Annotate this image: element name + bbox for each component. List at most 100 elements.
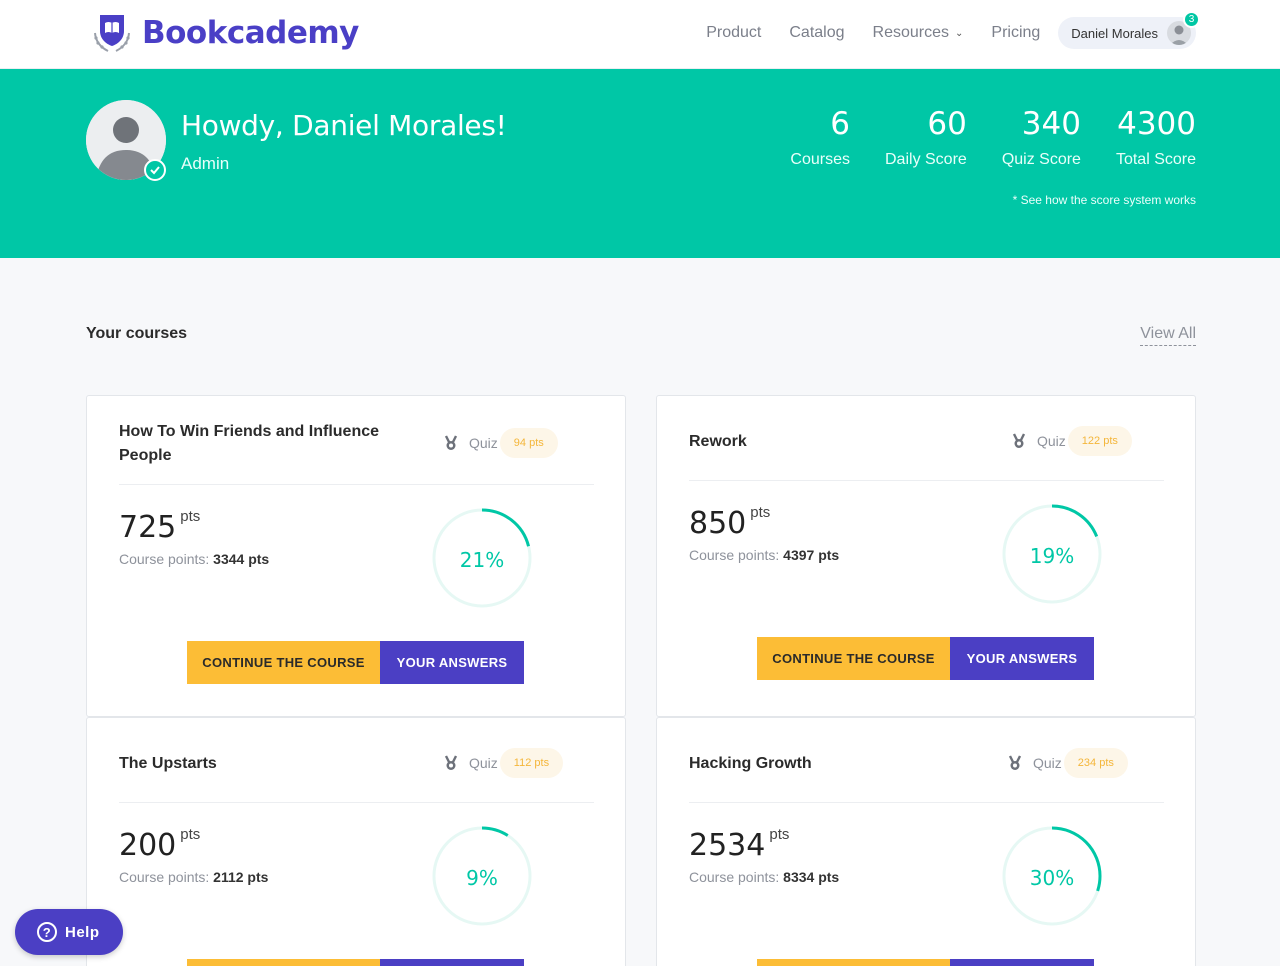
notification-badge: 3 [1183, 11, 1200, 28]
nav-pricing-label: Pricing [991, 24, 1041, 41]
main-nav: Product Catalog Resources ⌄ Pricing Danie… [706, 11, 1200, 49]
quiz-label: Quiz [469, 755, 498, 771]
score-stats: 6 Courses 60 Daily Score 340 Quiz Score … [790, 107, 1196, 169]
nav-catalog-label: Catalog [789, 24, 845, 41]
your-answers-button[interactable]: YOUR ANSWERS [380, 641, 524, 684]
stat-label: Courses [790, 151, 850, 168]
earned-points: 850 pts [689, 504, 770, 541]
continue-course-button[interactable]: CONTINUE THE COURSE [757, 637, 950, 680]
card-divider [689, 802, 1164, 803]
course-points-value: 4397 pts [783, 547, 840, 563]
card-actions: CONTINUE THE COURSE YOUR ANSWERS [757, 637, 1094, 680]
course-card: Rework Quiz 122 pts 850 pts Course point… [656, 395, 1196, 717]
medal-icon [1012, 433, 1026, 448]
course-points-label: Course points: [119, 869, 210, 885]
progress-label: 21% [459, 548, 505, 572]
your-answers-button[interactable]: YOUR ANSWERS [950, 959, 1094, 966]
continue-course-button[interactable]: CONTINUE THE COURSE [757, 959, 950, 966]
your-answers-button[interactable]: YOUR ANSWERS [950, 637, 1094, 680]
progress-label: 30% [1029, 866, 1075, 890]
help-label: Help [65, 923, 100, 941]
nav-catalog[interactable]: Catalog [789, 24, 844, 42]
course-points-label: Course points: [689, 547, 780, 563]
course-card: Hacking Growth Quiz 234 pts 2534 pts Cou… [656, 717, 1196, 966]
medal-icon [1008, 755, 1022, 770]
user-menu-button[interactable]: Daniel Morales 3 [1058, 11, 1200, 49]
your-answers-button[interactable]: YOUR ANSWERS [380, 959, 524, 966]
medal-icon [444, 755, 458, 770]
user-role: Admin [181, 154, 230, 173]
section-title: Your courses [86, 325, 188, 342]
medal-icon [444, 435, 458, 450]
progress-label: 19% [1029, 544, 1075, 568]
stat-label: Daily Score [885, 151, 967, 168]
user-name: Daniel Morales [1071, 25, 1158, 41]
points-number: 2534 [689, 828, 766, 863]
quiz-points-badge: 234 pts [1063, 748, 1128, 778]
stat-value: 4300 [1117, 106, 1196, 142]
nav-product-label: Product [706, 24, 762, 41]
quiz-info[interactable]: Quiz 94 pts [443, 428, 558, 458]
points-unit: pts [180, 508, 201, 525]
course-points-value: 8334 pts [783, 869, 840, 885]
points-number: 200 [119, 828, 177, 863]
course-points: Course points: 3344 pts [119, 551, 269, 567]
quiz-label: Quiz [469, 435, 498, 451]
nav-resources-label: Resources [872, 24, 949, 41]
quiz-info[interactable]: Quiz 112 pts [443, 748, 564, 778]
card-divider [119, 484, 594, 485]
course-points-value: 2112 pts [213, 869, 269, 885]
card-actions: CONTINUE THE COURSE YOUR ANSWERS [187, 641, 524, 684]
earned-points: 2534 pts [689, 826, 790, 863]
stat-value: 60 [927, 106, 967, 142]
course-title[interactable]: Rework [689, 430, 979, 454]
points-unit: pts [769, 826, 790, 843]
nav-product[interactable]: Product [706, 24, 761, 42]
course-title[interactable]: The Upstarts [119, 752, 409, 776]
score-system-link[interactable]: * See how the score system works [1013, 193, 1196, 207]
view-all-link[interactable]: View All [1140, 325, 1196, 346]
stat-total-score: 4300 Total Score [1116, 107, 1196, 169]
card-actions: CONTINUE THE COURSE YOUR ANSWERS [187, 959, 524, 966]
stat-value: 6 [830, 106, 850, 142]
course-points: Course points: 4397 pts [689, 547, 839, 563]
continue-course-button[interactable]: CONTINUE THE COURSE [187, 641, 380, 684]
points-number: 850 [689, 506, 747, 541]
help-button[interactable]: ? Help [15, 909, 123, 955]
stat-value: 340 [1021, 106, 1081, 142]
quiz-points-badge: 112 pts [499, 748, 564, 778]
earned-points: 725 pts [119, 508, 201, 545]
course-points: Course points: 8334 pts [689, 869, 839, 885]
question-icon: ? [37, 922, 57, 942]
course-card: The Upstarts Quiz 112 pts 200 pts Course… [86, 717, 626, 966]
chevron-down-icon: ⌄ [955, 27, 964, 39]
points-unit: pts [180, 826, 201, 843]
course-title[interactable]: How To Win Friends and Influence People [119, 420, 409, 468]
quiz-info[interactable]: Quiz 122 pts [1011, 426, 1132, 456]
progress-label: 9% [466, 866, 498, 890]
quiz-info[interactable]: Quiz 234 pts [1007, 748, 1128, 778]
welcome-banner: Howdy, Daniel Morales! Admin 6 Courses 6… [0, 69, 1280, 258]
course-title[interactable]: Hacking Growth [689, 752, 979, 776]
nav-resources[interactable]: Resources ⌄ [873, 24, 964, 42]
stat-courses: 6 Courses [790, 107, 850, 169]
course-points-label: Course points: [689, 869, 780, 885]
continue-course-button[interactable]: CONTINUE THE COURSE [187, 959, 380, 966]
course-points-label: Course points: [119, 551, 210, 567]
stat-quiz-score: 340 Quiz Score [1002, 107, 1081, 169]
quiz-label: Quiz [1033, 755, 1062, 771]
verified-check-icon [144, 159, 166, 181]
quiz-label: Quiz [1037, 433, 1066, 449]
quiz-points-badge: 122 pts [1067, 426, 1132, 456]
nav-pricing[interactable]: Pricing [991, 24, 1040, 42]
quiz-points-badge: 94 pts [499, 428, 558, 458]
greeting-title: Howdy, Daniel Morales! [181, 109, 507, 142]
card-actions: CONTINUE THE COURSE YOUR ANSWERS [757, 959, 1094, 966]
brand-logo[interactable]: Bookcademy [90, 10, 359, 56]
stat-label: Quiz Score [1001, 151, 1081, 168]
shield-book-icon [94, 15, 130, 52]
course-points-value: 3344 pts [213, 551, 270, 567]
course-points: Course points: 2112 pts [119, 869, 268, 885]
brand-name: Bookcademy [142, 15, 359, 51]
earned-points: 200 pts [119, 826, 201, 863]
